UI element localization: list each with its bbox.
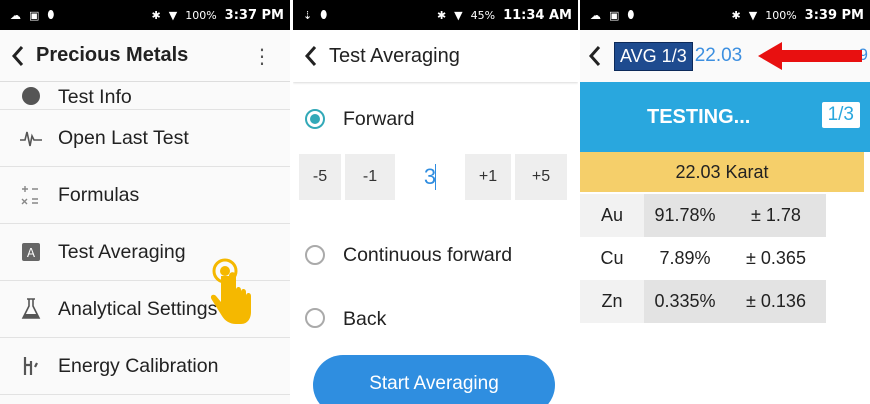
- karat-result: 22.03 Karat: [580, 152, 864, 192]
- svg-text:A: A: [27, 246, 36, 260]
- clock: 3:39 PM: [804, 7, 864, 23]
- wifi-icon: ▼: [748, 8, 758, 22]
- averaging-icon: A: [18, 239, 44, 265]
- cloud-icon: ☁: [590, 8, 601, 22]
- overflow-menu-icon[interactable]: ⋮: [252, 44, 272, 69]
- menu-item-label: Energy Calibration: [58, 354, 219, 377]
- test-count-badge: 1/3: [821, 102, 860, 128]
- waveform-icon: [18, 125, 44, 151]
- element-percent: 91.78%: [644, 194, 726, 237]
- menu-item-formulas[interactable]: Formulas: [0, 167, 290, 224]
- table-row: Zn 0.335% ± 0.136: [580, 280, 826, 323]
- back-arrow-icon: [588, 46, 601, 66]
- element-symbol: Zn: [580, 280, 644, 323]
- avg-counter-badge: AVG 1/3: [614, 41, 693, 71]
- increment-1-button[interactable]: +1: [465, 154, 511, 200]
- option-label: Continuous forward: [343, 243, 513, 266]
- clock: 11:34 AM: [503, 7, 572, 23]
- element-percent: 0.335%: [644, 280, 726, 323]
- menu-item-test-info[interactable]: Test Info: [0, 82, 290, 110]
- menu-item-label: Analytical Settings: [58, 297, 218, 320]
- back-button[interactable]: [0, 30, 36, 82]
- info-icon: [18, 83, 44, 109]
- red-arrow-icon: [758, 42, 862, 70]
- sim-icon: ▣: [29, 8, 40, 22]
- radio-button[interactable]: [305, 308, 325, 328]
- text-cursor: [435, 164, 436, 190]
- formula-icon: [18, 182, 44, 208]
- testing-screen: ☁ ▣ ⬮ ✱ ▼ 100% 3:39 PM AVG 1/3 22.03 u 9…: [580, 0, 870, 404]
- location-icon: ⬮: [320, 8, 328, 21]
- test-averaging-screen: ⇣ ⬮ ✱ ▼ 45% 11:34 AM Test Averaging Forw…: [293, 0, 578, 404]
- bluetooth-icon: ✱: [151, 8, 161, 22]
- settings-menu: Test Info Open Last Test Formulas A Test…: [0, 82, 290, 395]
- bluetooth-icon: ✱: [731, 8, 741, 22]
- app-bar: AVG 1/3 22.03 u 9: [580, 30, 870, 82]
- option-label: Forward: [343, 107, 415, 130]
- element-symbol: Au: [580, 194, 644, 237]
- cloud-icon: ☁: [10, 8, 21, 22]
- location-icon: ⬮: [627, 8, 635, 21]
- download-icon: ⇣: [303, 8, 313, 22]
- increment-5-button[interactable]: +5: [515, 154, 567, 200]
- average-count-stepper: -5 -1 3 +1 +5: [293, 154, 578, 200]
- table-row: Cu 7.89% ± 0.365: [580, 237, 826, 280]
- element-percent: 7.89%: [644, 237, 726, 280]
- back-arrow-icon: [11, 45, 24, 66]
- option-label: Back: [343, 308, 387, 330]
- app-bar: Test Averaging: [293, 30, 578, 82]
- back-button[interactable]: [580, 30, 610, 82]
- clock: 3:37 PM: [224, 7, 284, 23]
- option-back[interactable]: Back: [293, 304, 578, 348]
- decrement-5-button[interactable]: -5: [299, 154, 341, 200]
- testing-banner: TESTING... 1/3: [580, 82, 870, 152]
- battery-level: 100%: [185, 8, 217, 22]
- precious-metals-screen: ☁ ▣ ⬮ ✱ ▼ 100% 3:37 PM Precious Metals ⋮…: [0, 0, 290, 404]
- status-bar: ☁ ▣ ⬮ ✱ ▼ 100% 3:39 PM: [580, 0, 870, 30]
- testing-status: TESTING...: [647, 105, 751, 128]
- decrement-1-button[interactable]: -1: [345, 154, 395, 200]
- page-title: Test Averaging: [329, 44, 460, 67]
- menu-item-label: Test Averaging: [58, 240, 186, 263]
- table-row: Au 91.78% ± 1.78: [580, 194, 826, 237]
- back-arrow-icon: [304, 46, 317, 66]
- wifi-icon: ▼: [168, 8, 178, 22]
- location-icon: ⬮: [47, 8, 55, 21]
- status-bar: ☁ ▣ ⬮ ✱ ▼ 100% 3:37 PM: [0, 0, 290, 30]
- radio-button[interactable]: [305, 245, 325, 265]
- bluetooth-icon: ✱: [436, 8, 447, 22]
- menu-item-label: Formulas: [58, 183, 140, 206]
- app-bar: Precious Metals ⋮: [0, 30, 290, 82]
- page-title: Precious Metals: [36, 44, 189, 66]
- element-symbol: Cu: [580, 237, 644, 280]
- calibration-icon: [18, 353, 44, 379]
- menu-item-open-last-test[interactable]: Open Last Test: [0, 110, 290, 167]
- menu-item-label: Test Info: [58, 86, 132, 108]
- element-error: ± 0.136: [726, 280, 826, 323]
- start-averaging-button[interactable]: Start Averaging: [313, 355, 555, 404]
- menu-item-label: Open Last Test: [58, 126, 189, 149]
- results-table: Au 91.78% ± 1.78 Cu 7.89% ± 0.365 Zn 0.3…: [580, 194, 826, 323]
- element-error: ± 0.365: [726, 237, 826, 280]
- menu-item-energy-calibration[interactable]: Energy Calibration: [0, 338, 290, 395]
- tap-gesture-icon: [210, 258, 251, 324]
- status-bar: ⇣ ⬮ ✱ ▼ 45% 11:34 AM: [293, 0, 578, 30]
- back-button[interactable]: [293, 30, 329, 82]
- flask-icon: [18, 296, 44, 322]
- sim-icon: ▣: [609, 8, 620, 22]
- battery-level: 45%: [470, 8, 496, 22]
- wifi-icon: ▼: [454, 8, 463, 22]
- radio-button[interactable]: [305, 109, 325, 129]
- battery-level: 100%: [765, 8, 797, 22]
- element-error: ± 1.78: [726, 194, 826, 237]
- option-continuous-forward[interactable]: Continuous forward: [293, 200, 578, 304]
- average-count-input[interactable]: 3: [399, 154, 461, 200]
- avg-karat-value: 22.03: [694, 45, 743, 66]
- option-forward[interactable]: Forward: [293, 84, 578, 154]
